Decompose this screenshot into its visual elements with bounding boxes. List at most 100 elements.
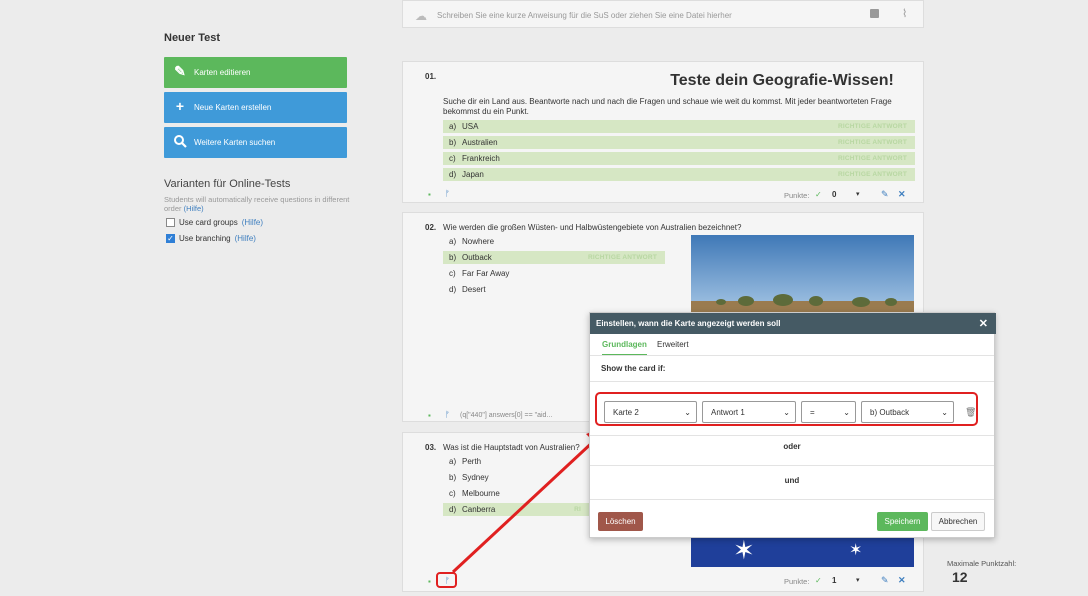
correct-answer-badge: RICHTIGE ANTWORT	[837, 123, 907, 130]
branching-modal: Einstellen, wann die Karte angezeigt wer…	[589, 312, 996, 538]
instruction-bar[interactable]: ☁ Schreiben Sie eine kurze Anweisung für…	[402, 0, 924, 28]
answer-text: Far Far Away	[462, 269, 510, 278]
new-cards-label: Neue Karten erstellen	[194, 103, 272, 112]
edit-cards-button[interactable]: ✎ Karten editieren	[164, 57, 347, 88]
correct-answer-badge: RICHTIGE ANTWORT	[837, 139, 907, 146]
delete-card-icon[interactable]: ✕	[898, 575, 906, 586]
answer-text: Nowhere	[462, 237, 495, 246]
points-value[interactable]: 0	[832, 190, 836, 199]
chevron-down-icon[interactable]: ▾	[856, 190, 860, 198]
answer-text: Japan	[462, 170, 484, 179]
lock-icon[interactable]: ▪	[428, 411, 431, 420]
answer-letter: a)	[449, 237, 457, 246]
max-points-value: 12	[952, 569, 968, 585]
answer-text: Frankreich	[462, 154, 500, 163]
image-icon[interactable]	[870, 9, 879, 18]
lock-icon[interactable]: ▪	[428, 190, 431, 199]
pencil-icon: ✎	[174, 63, 186, 79]
delete-card-icon[interactable]: ✕	[898, 189, 906, 200]
and-label: und	[784, 476, 800, 485]
edit-cards-label: Karten editieren	[194, 68, 251, 77]
answer-letter: b)	[449, 138, 457, 147]
search-cards-label: Weitere Karten suchen	[194, 138, 276, 147]
answer-select[interactable]: Antwort 1 ⌄	[702, 401, 796, 423]
cancel-label: Abbrechen	[938, 517, 978, 526]
answer-letter: a)	[449, 122, 457, 131]
use-card-groups-label: Use card groups	[179, 218, 238, 227]
points-value[interactable]: 1	[832, 576, 836, 585]
answer-letter: c)	[449, 154, 456, 163]
close-icon[interactable]: ✕	[979, 317, 988, 330]
answer-row[interactable]: b) Australien RICHTIGE ANTWORT	[443, 136, 915, 149]
edit-icon[interactable]: ✎	[881, 575, 889, 586]
question-number: 02.	[425, 223, 437, 232]
correct-answer-badge: RICHTIGE ANTWORT	[837, 155, 907, 162]
cancel-button[interactable]: Abbrechen	[931, 512, 985, 531]
attachment-icon[interactable]: ⌇	[902, 7, 907, 20]
variants-desc: Students will automatically receive ques…	[164, 195, 354, 213]
variants-title: Varianten für Online-Tests	[164, 178, 291, 190]
points-label: Punkte:	[784, 577, 810, 586]
or-button[interactable]: oder	[590, 442, 994, 451]
cloud-upload-icon[interactable]: ☁	[415, 9, 427, 23]
edit-icon[interactable]: ✎	[881, 189, 889, 200]
value-select-value: b) Outback	[870, 407, 910, 417]
card-description: Suche dir ein Land aus. Beantworte nach …	[443, 97, 892, 116]
branching-help-link[interactable]: (Hilfe)	[235, 234, 256, 243]
answer-text: Australien	[462, 138, 498, 147]
answer-row[interactable]: c) Frankreich RICHTIGE ANTWORT	[443, 152, 915, 165]
variants-help-link[interactable]: (Hilfe)	[184, 204, 204, 213]
answer-row[interactable]: c) Far Far Away	[443, 267, 665, 280]
card-groups-help-link[interactable]: (Hilfe)	[242, 218, 263, 227]
divider	[590, 465, 994, 466]
check-icon: ✓	[815, 190, 822, 199]
search-icon	[173, 134, 187, 148]
divider	[590, 381, 994, 382]
check-icon: ✓	[815, 576, 822, 585]
use-branching-label: Use branching	[179, 234, 231, 243]
answer-text: Desert	[462, 285, 486, 294]
divider	[590, 435, 994, 436]
answer-row[interactable]: d) Japan RICHTIGE ANTWORT	[443, 168, 915, 181]
answer-letter: d)	[449, 170, 457, 179]
plus-icon: +	[175, 98, 185, 114]
lock-icon[interactable]: ▪	[428, 577, 431, 586]
use-branching-option[interactable]: ✓ Use branching (Hilfe)	[166, 234, 256, 243]
answer-letter: c)	[449, 269, 456, 278]
question-number: 03.	[425, 443, 437, 452]
tab-grundlagen[interactable]: Grundlagen	[602, 340, 647, 356]
divider	[590, 499, 994, 500]
tab-erweitert[interactable]: Erweitert	[657, 340, 689, 349]
answer-row[interactable]: a) USA RICHTIGE ANTWORT	[443, 120, 915, 133]
use-card-groups-checkbox[interactable]	[166, 218, 175, 227]
page-title: Neuer Test	[164, 32, 221, 44]
delete-button[interactable]: Löschen	[598, 512, 643, 531]
chevron-down-icon[interactable]: ▾	[856, 576, 860, 584]
branch-icon[interactable]: ᚠ	[445, 189, 450, 198]
save-button[interactable]: Speichern	[877, 512, 928, 531]
chevron-down-icon: ⌄	[684, 408, 691, 417]
and-button[interactable]: und	[590, 476, 994, 485]
answer-letter: b)	[449, 253, 457, 262]
trash-icon[interactable]: 🗑	[965, 407, 976, 418]
search-cards-button[interactable]: Weitere Karten suchen	[164, 127, 347, 158]
chevron-down-icon: ⌄	[783, 408, 790, 417]
new-cards-button[interactable]: + Neue Karten erstellen	[164, 92, 347, 123]
or-label: oder	[783, 442, 801, 451]
tab-divider	[590, 355, 994, 356]
answer-select-value: Antwort 1	[711, 407, 745, 417]
value-select[interactable]: b) Outback ⌄	[861, 401, 954, 423]
answer-letter: d)	[449, 285, 457, 294]
card-select[interactable]: Karte 2 ⌄	[604, 401, 697, 423]
save-label: Speichern	[884, 517, 921, 526]
outback-image	[691, 235, 914, 315]
star-icon: ✶	[733, 535, 755, 565]
use-branching-checkbox[interactable]: ✓	[166, 234, 175, 243]
answer-text: USA	[462, 122, 479, 131]
use-card-groups-option[interactable]: Use card groups (Hilfe)	[166, 218, 263, 227]
instruction-placeholder: Schreiben Sie eine kurze Anweisung für d…	[437, 11, 732, 20]
answer-row[interactable]: a) Nowhere	[443, 235, 665, 248]
answer-row[interactable]: d) Desert	[443, 283, 665, 296]
operator-select[interactable]: = ⌄	[801, 401, 856, 423]
answer-row[interactable]: b) Outback RICHTIGE ANTWORT	[443, 251, 665, 264]
